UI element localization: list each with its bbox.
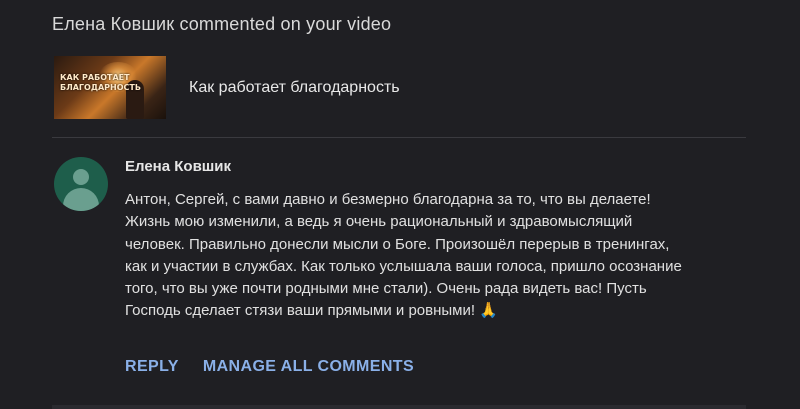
video-thumbnail[interactable]: КАК РАБОТАЕТ БЛАГОДАРНОСТЬ — [54, 56, 166, 119]
comment-text: Антон, Сергей, с вами давно и безмерно б… — [125, 191, 682, 320]
comment-author[interactable]: Елена Ковшик — [125, 158, 765, 175]
bottom-divider — [52, 405, 746, 409]
video-title[interactable]: Как работает благодарность — [189, 79, 400, 97]
avatar[interactable] — [54, 157, 108, 211]
divider — [52, 137, 746, 138]
manage-all-comments-button[interactable]: MANAGE ALL COMMENTS — [203, 358, 414, 376]
comment-actions: REPLY MANAGE ALL COMMENTS — [125, 358, 414, 376]
person-icon-body — [63, 188, 99, 211]
comment-block: Елена Ковшик Антон, Сергей, с вами давно… — [125, 158, 765, 323]
thumbnail-caption: КАК РАБОТАЕТ БЛАГОДАРНОСТЬ — [60, 73, 141, 92]
video-row[interactable]: КАК РАБОТАЕТ БЛАГОДАРНОСТЬ Как работает … — [54, 56, 400, 119]
notification-header: Елена Ковшик commented on your video — [52, 14, 392, 34]
reply-button[interactable]: REPLY — [125, 358, 179, 376]
notification-page: Елена Ковшик commented on your video КАК… — [0, 0, 800, 409]
person-icon — [73, 169, 89, 185]
